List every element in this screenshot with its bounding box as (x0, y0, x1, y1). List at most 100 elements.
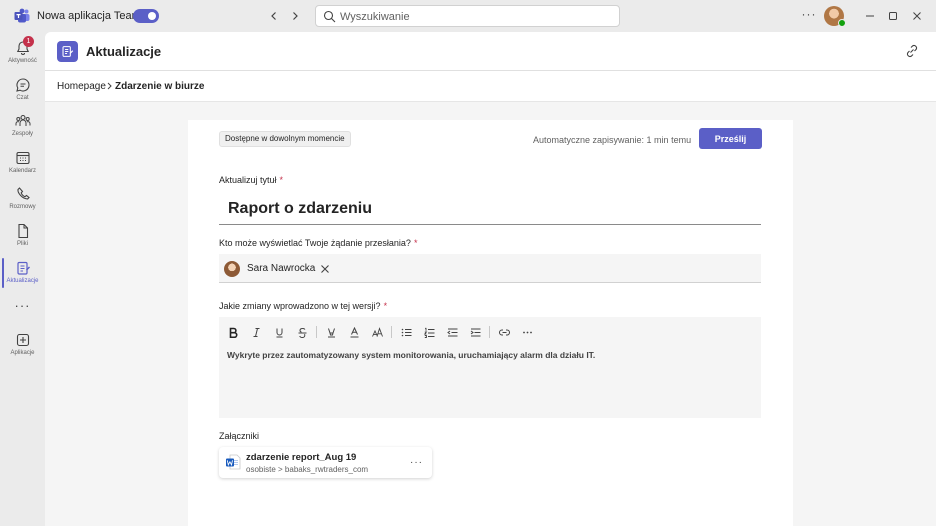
underline-button[interactable] (271, 324, 287, 340)
bold-icon (229, 327, 237, 338)
attachment-more-button[interactable]: ··· (410, 457, 423, 468)
decrease-indent-button[interactable] (444, 324, 460, 340)
person-name: Sara Nawrocka (247, 263, 316, 274)
highlight-button[interactable] (323, 324, 339, 340)
rail-label: Aktywność (8, 58, 37, 64)
title-field-label: Aktualizuj tytuł * (219, 175, 283, 185)
rail-label: Czat (16, 95, 29, 101)
maximize-button[interactable] (885, 8, 901, 24)
rail-item-calls[interactable]: Rozmowy (0, 184, 45, 220)
rail-item-chat[interactable]: Czat (0, 75, 45, 111)
apps-icon (16, 333, 29, 347)
changes-label-text: Jakie zmiany wprowadzono w tej wersji? (219, 301, 381, 311)
search-icon (323, 10, 336, 23)
toolbar-separator (316, 326, 317, 338)
more-options-button[interactable]: ··· (801, 8, 817, 24)
more-formatting-button[interactable] (519, 324, 535, 340)
rail-more-apps-button[interactable]: ··· (0, 298, 45, 313)
rail-label: Rozmowy (9, 204, 36, 210)
close-icon (913, 12, 921, 20)
rail-label: Zespoły (11, 131, 33, 137)
search-input[interactable] (340, 9, 610, 24)
rail-label: Kalendarz (8, 168, 37, 174)
forward-button[interactable] (287, 8, 303, 24)
increase-indent-button[interactable] (467, 324, 483, 340)
teams-icon (15, 114, 30, 126)
viewers-field-label: Kto może wyświetlać Twoje żądanie przesł… (219, 238, 417, 248)
rail-item-teams[interactable]: Zespoły (0, 111, 45, 147)
bullet-list-icon (401, 328, 411, 336)
presence-available-icon (838, 19, 846, 27)
numbered-list-icon (423, 327, 434, 338)
strikethrough-button[interactable] (294, 324, 310, 340)
teams-logo-icon (14, 8, 30, 23)
person-chip: Sara Nawrocka (224, 258, 330, 279)
availability-badge: Dostępne w dowolnym momencie (219, 131, 351, 147)
link-icon[interactable] (904, 43, 920, 59)
font-size-button[interactable] (369, 324, 385, 340)
minimize-button[interactable] (862, 8, 878, 24)
required-mark: * (279, 175, 284, 185)
breadcrumb-home-link[interactable]: Homepage (57, 81, 106, 92)
new-teams-toggle[interactable] (133, 9, 159, 23)
toolbar-separator (489, 326, 490, 338)
insert-link-button[interactable] (496, 324, 512, 340)
font-color-icon (350, 326, 358, 337)
bold-button[interactable] (225, 324, 241, 340)
title-label-text: Aktualizuj tytuł (219, 175, 277, 185)
attachment-name: zdarzenie report_Aug 19 (246, 452, 357, 463)
rail-label: Aktualizacje (6, 278, 39, 284)
rail-label: Aplikacje (10, 350, 35, 356)
rich-text-editor[interactable]: Wykryte przez zautomatyzowany system mon… (219, 317, 761, 418)
rail-item-activity[interactable]: 1 Aktywność (0, 36, 45, 74)
calendar-icon (15, 151, 30, 165)
breadcrumb: Homepage Zdarzenie w biurze (45, 71, 936, 102)
updates-icon (16, 261, 30, 275)
rail-label: Pliki (16, 241, 28, 247)
font-color-button[interactable] (346, 324, 362, 340)
close-button[interactable] (909, 8, 925, 24)
toolbar-separator (391, 326, 392, 338)
updates-app-icon (57, 41, 78, 62)
breadcrumb-current: Zdarzenie w biurze (115, 81, 205, 92)
rail-item-files[interactable]: Pliki (0, 221, 45, 257)
underline-icon (276, 328, 282, 337)
strikethrough-icon (298, 327, 306, 338)
font-size-icon (371, 326, 383, 337)
title-input[interactable] (219, 194, 761, 225)
formatting-toolbar (225, 324, 542, 340)
rail-item-calendar[interactable]: Kalendarz (0, 148, 45, 184)
attachment-path: osobiste > babaks_rwtraders_com (246, 465, 369, 474)
more-icon (522, 331, 532, 333)
rail-item-updates[interactable]: Aktualizacje (0, 258, 45, 294)
italic-button[interactable] (248, 324, 264, 340)
maximize-icon (889, 12, 897, 20)
attachments-label: Załączniki (219, 431, 260, 441)
bullet-list-button[interactable] (398, 324, 414, 340)
phone-icon (16, 187, 30, 200)
editor-content[interactable]: Wykryte przez zautomatyzowany system mon… (227, 350, 595, 360)
minimize-icon (866, 15, 874, 17)
numbered-list-button[interactable] (421, 324, 437, 340)
highlighter-icon (327, 327, 335, 337)
rail-item-apps[interactable]: Aplikacje (0, 330, 45, 366)
app-title: Aktualizacje (86, 44, 162, 59)
chevron-right-icon (293, 12, 298, 20)
update-form-card: Dostępne w dowolnym momencie Automatyczn… (188, 120, 793, 526)
remove-person-icon[interactable] (320, 264, 330, 274)
app-rail: 1 Aktywność Czat Zespoły Kalendarz Rozmo… (0, 32, 45, 526)
required-mark: * (383, 301, 388, 311)
title-bar: Nowa aplikacja Teams ··· (0, 0, 936, 32)
attachment-card[interactable]: zdarzenie report_Aug 19 osobiste > babak… (219, 447, 432, 478)
required-mark: * (413, 238, 418, 248)
changes-field-label: Jakie zmiany wprowadzono w tej wersji? * (219, 301, 387, 311)
italic-icon (253, 327, 259, 337)
submit-button[interactable]: Prześlij (699, 128, 762, 149)
main-content: Aktualizacje Homepage Zdarzenie w biurze… (45, 32, 936, 526)
search-box[interactable] (315, 5, 620, 27)
notification-badge: 1 (23, 36, 34, 47)
word-file-icon (226, 454, 241, 470)
back-button[interactable] (266, 8, 282, 24)
people-picker[interactable]: Sara Nawrocka (219, 254, 761, 283)
autosave-status: Automatyczne zapisywanie: 1 min temu (533, 135, 692, 145)
